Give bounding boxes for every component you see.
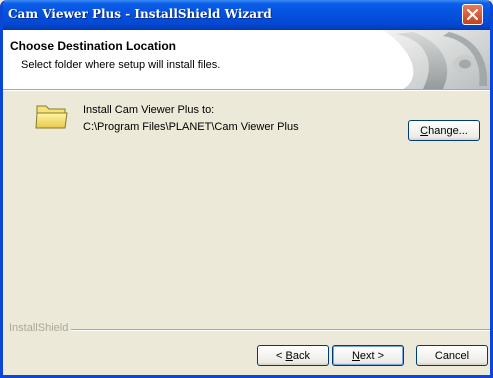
- setup-graphic-icon: [383, 30, 490, 89]
- folder-icon: [35, 105, 68, 129]
- close-icon: [467, 9, 478, 20]
- close-button[interactable]: [462, 4, 483, 25]
- header-divider: [3, 89, 490, 91]
- destination-label: Install Cam Viewer Plus to:: [83, 104, 215, 116]
- footer-divider: [71, 329, 490, 331]
- back-button[interactable]: < Back: [257, 345, 329, 366]
- cancel-button[interactable]: Cancel: [416, 345, 488, 366]
- page-subtitle: Select folder where setup will install f…: [21, 59, 221, 71]
- next-button[interactable]: Next >: [332, 345, 404, 366]
- destination-path: C:\Program Files\PLANET\Cam Viewer Plus: [83, 121, 299, 133]
- change-button[interactable]: Change...: [408, 120, 480, 141]
- window-title: Cam Viewer Plus - InstallShield Wizard: [8, 7, 272, 21]
- installshield-brand: InstallShield: [9, 322, 69, 334]
- title-bar[interactable]: Cam Viewer Plus - InstallShield Wizard: [3, 0, 490, 30]
- installer-window: Cam Viewer Plus - InstallShield Wizard C…: [0, 0, 493, 378]
- page-title: Choose Destination Location: [10, 39, 177, 53]
- header-panel: Choose Destination Location Select folde…: [3, 30, 490, 89]
